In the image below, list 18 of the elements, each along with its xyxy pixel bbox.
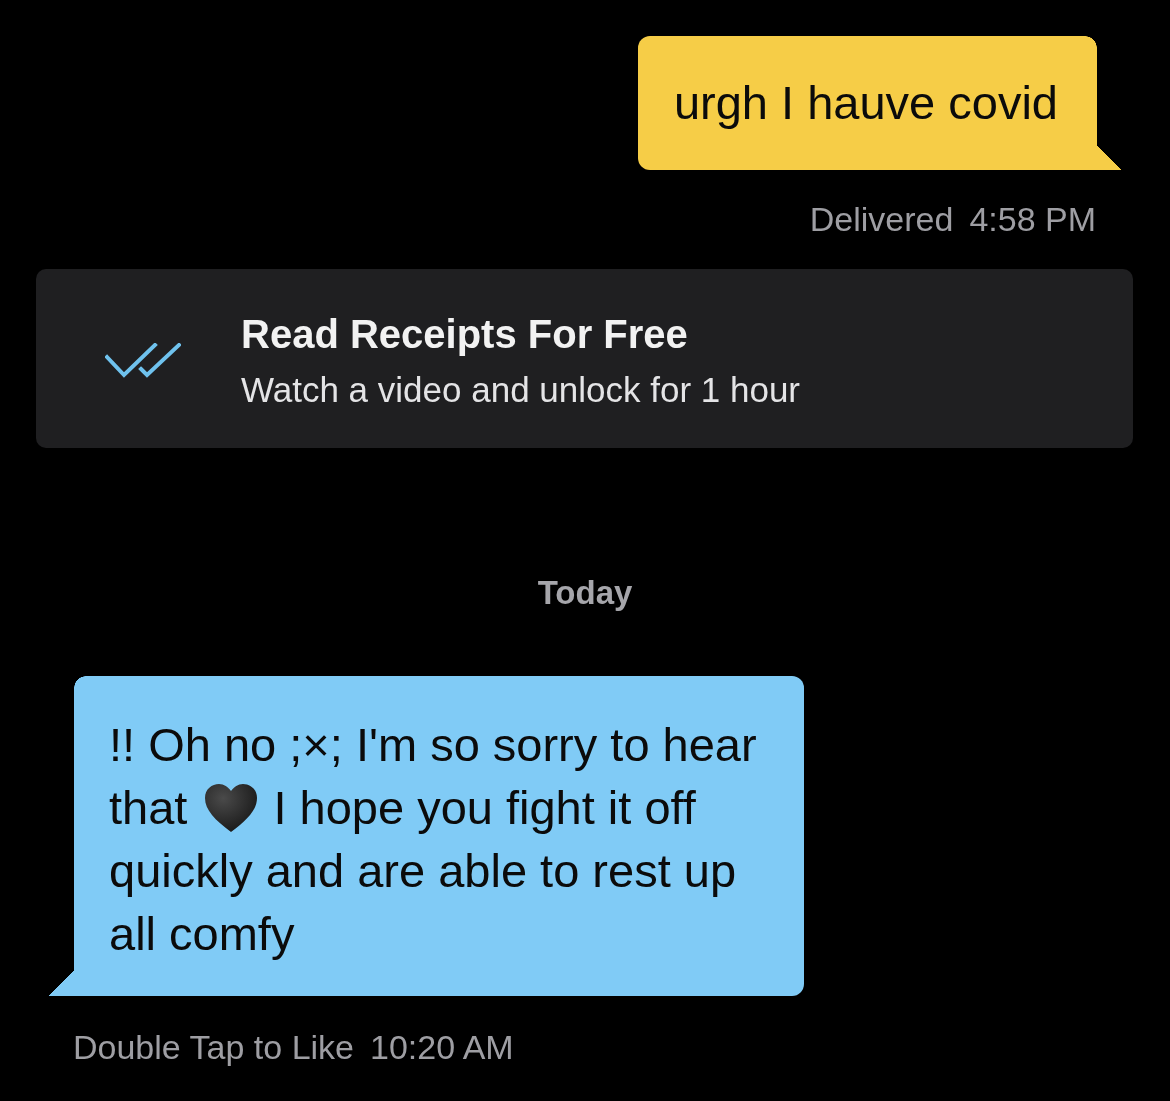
message-bubble[interactable]: urgh I hauve covid	[637, 36, 1122, 170]
heart-icon	[204, 782, 259, 833]
double-check-icon	[105, 343, 181, 379]
delivery-status: Delivered	[809, 199, 954, 239]
message-text: all comfy	[109, 906, 295, 962]
promo-card[interactable]: Read Receipts For Free Watch a video and unlock for 1 hour	[36, 269, 1133, 448]
message-text: !! Oh no ;×; I'm so sorry to hear	[109, 717, 757, 773]
message-text: that	[109, 780, 188, 836]
like-hint: Double Tap to Like	[73, 1027, 354, 1067]
message-time: 10:20 AM	[370, 1027, 514, 1067]
message-bubble[interactable]: !! Oh no ;×; I'm so sorry to hear that I hope you fight it off quickly and are able to rest up all comfy	[48, 676, 804, 996]
promo-title: Read Receipts For Free	[241, 311, 689, 358]
message-text: urgh I hauve covid	[673, 76, 1058, 130]
message-time: 4:58 PM	[969, 199, 1096, 239]
date-divider: Today	[537, 574, 633, 612]
promo-subtitle: Watch a video and unlock for 1 hour	[241, 369, 801, 411]
message-text: I hope you fight it off	[273, 780, 696, 836]
message-text: quickly and are able to rest up	[109, 843, 737, 899]
